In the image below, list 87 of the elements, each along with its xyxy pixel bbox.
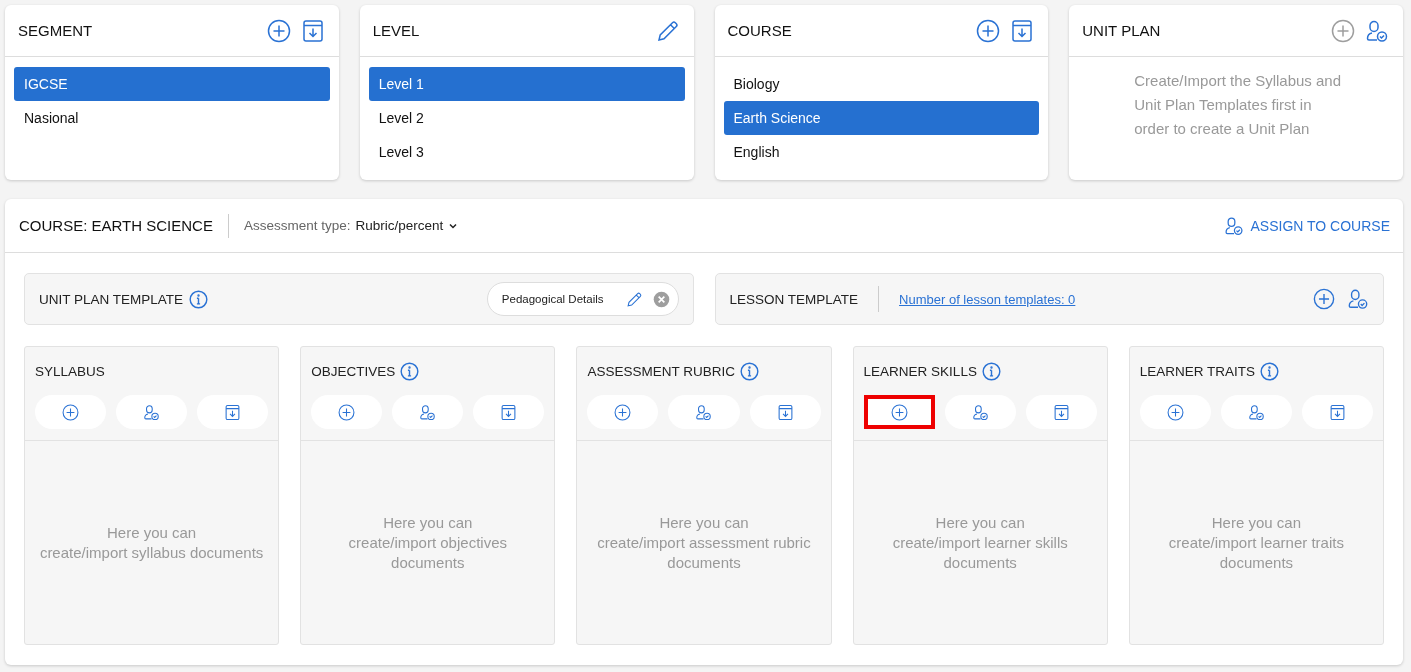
add-button[interactable]: [311, 395, 383, 429]
assign-button[interactable]: [1365, 18, 1389, 43]
add-button[interactable]: [863, 395, 935, 429]
add-button[interactable]: [266, 18, 291, 43]
edit-button[interactable]: [625, 290, 643, 308]
person-check-icon: [143, 403, 161, 421]
card-title: LEVEL: [372, 22, 421, 39]
import-button[interactable]: [300, 18, 325, 43]
assign-button[interactable]: [1347, 288, 1369, 310]
add-icon: [1313, 288, 1335, 310]
course-title: COURSE: EARTH SCIENCE: [19, 217, 213, 234]
person-check-icon: [695, 403, 713, 421]
info-icon[interactable]: [189, 289, 209, 309]
person-check-icon: [971, 403, 989, 421]
add-button[interactable]: [587, 395, 659, 429]
panel-title: LEARNER TRAITS: [1139, 363, 1256, 379]
panel-title: ASSESSMENT RUBRIC: [587, 363, 735, 379]
edit-icon: [625, 290, 643, 308]
import-button[interactable]: [197, 395, 269, 429]
info-icon[interactable]: [400, 361, 420, 381]
list-item[interactable]: IGCSE: [14, 67, 330, 101]
list-item[interactable]: Level 1: [368, 67, 685, 101]
list-item[interactable]: Nasional: [14, 101, 330, 135]
add-icon: [614, 403, 632, 421]
info-icon[interactable]: [1260, 361, 1280, 381]
person-check-icon: [1224, 215, 1245, 236]
card-title: SEGMENT: [18, 22, 94, 39]
assign-button[interactable]: [1220, 395, 1292, 429]
template-title: UNIT PLAN TEMPLATE: [39, 291, 184, 307]
assign-to-course-button[interactable]: ASSIGN TO COURSE: [1224, 215, 1390, 236]
download-box-icon: [224, 403, 242, 421]
template-title: LESSON TEMPLATE: [729, 291, 859, 307]
assign-button[interactable]: [944, 395, 1016, 429]
add-icon: [266, 18, 291, 43]
person-check-icon: [419, 403, 437, 421]
assign-button[interactable]: [668, 395, 740, 429]
empty-state-text: Here you can create/import learner skills documents: [891, 512, 1069, 573]
info-icon[interactable]: [739, 361, 759, 381]
add-icon: [976, 18, 1001, 43]
info-icon[interactable]: [981, 361, 1001, 381]
add-button[interactable]: [35, 395, 107, 429]
download-box-icon: [500, 403, 518, 421]
download-box-icon: [1328, 403, 1346, 421]
panel-title: LEARNER SKILLS: [863, 363, 977, 379]
hint-text: Create/Import the Syllabus and Unit Plan Templates first in order to create a Unit Plan: [1134, 71, 1343, 139]
list-item[interactable]: Level 2: [368, 101, 685, 135]
empty-state-text: Here you can create/import learner traits documents: [1167, 512, 1345, 573]
add-icon: [1331, 18, 1355, 43]
edit-button[interactable]: [655, 18, 680, 43]
list-item[interactable]: Earth Science: [723, 101, 1040, 135]
assign-button[interactable]: [116, 395, 188, 429]
import-button[interactable]: [1301, 395, 1373, 429]
list-item[interactable]: Level 3: [368, 135, 685, 169]
assign-button[interactable]: [392, 395, 464, 429]
empty-state-text: Here you can create/import syllabus documents: [38, 522, 265, 563]
chip-label: Pedagogical Details: [501, 293, 604, 305]
list-item[interactable]: English: [723, 135, 1040, 169]
add-icon: [338, 403, 356, 421]
card-title: COURSE: [727, 22, 793, 39]
close-icon[interactable]: [652, 290, 670, 308]
person-check-icon: [1247, 403, 1265, 421]
add-button[interactable]: [1313, 288, 1335, 310]
list-item[interactable]: Biology: [723, 67, 1040, 101]
download-box-icon: [1052, 403, 1070, 421]
import-button[interactable]: [749, 395, 821, 429]
empty-state-text: Here you can create/import assessment rubric documents: [596, 512, 812, 573]
add-button[interactable]: [1139, 395, 1211, 429]
edit-icon: [655, 18, 680, 43]
add-button[interactable]: [976, 18, 1001, 43]
assessment-dropdown[interactable]: Rubric/percent: [355, 218, 460, 233]
download-box-icon: [1010, 18, 1035, 43]
lesson-templates-link[interactable]: Number of lesson templates: 0: [899, 291, 1076, 307]
import-button[interactable]: [1010, 18, 1035, 43]
assessment-label: Assessment type:: [243, 218, 351, 233]
panel-title: SYLLABUS: [35, 363, 105, 379]
empty-state-text: Here you can create/import objectives documents: [347, 512, 508, 573]
add-icon: [1166, 403, 1184, 421]
person-check-icon: [1365, 18, 1389, 43]
person-check-icon: [1347, 288, 1369, 310]
import-button[interactable]: [1025, 395, 1097, 429]
download-box-icon: [776, 403, 794, 421]
add-icon: [890, 403, 908, 421]
download-box-icon: [300, 18, 325, 43]
import-button[interactable]: [473, 395, 545, 429]
card-title: UNIT PLAN: [1082, 22, 1162, 39]
panel-title: OBJECTIVES: [311, 363, 396, 379]
add-icon: [62, 403, 80, 421]
